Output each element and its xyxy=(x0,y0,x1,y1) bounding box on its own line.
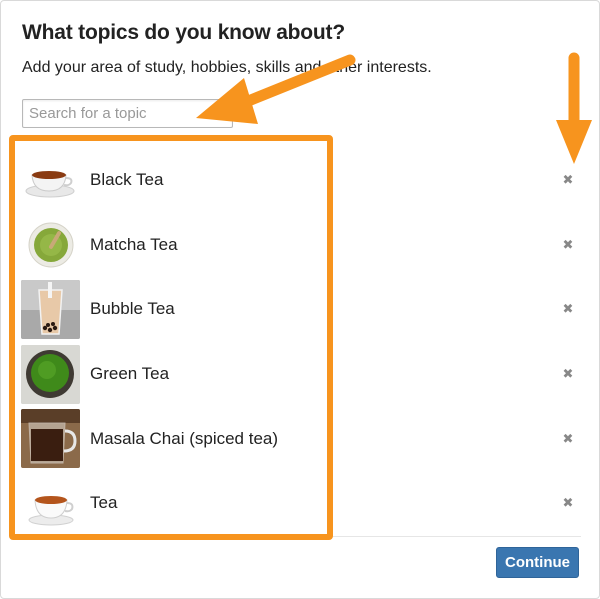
topic-label: Tea xyxy=(90,493,118,513)
topic-row-bubble-tea: Bubble Tea ✖ xyxy=(21,277,581,342)
topic-list: Black Tea ✖ Matcha Tea ✖ Bubble Tea ✖ Gr… xyxy=(21,148,581,537)
topic-row-tea: Tea ✖ xyxy=(21,471,581,537)
continue-button[interactable]: Continue xyxy=(496,547,579,578)
topic-label: Green Tea xyxy=(90,364,170,384)
masala-chai-mug-image xyxy=(21,409,80,469)
close-icon[interactable]: ✖ xyxy=(561,495,575,510)
close-icon[interactable]: ✖ xyxy=(561,366,575,381)
dialog-title: What topics do you know about? xyxy=(22,21,345,44)
topic-row-green-tea: Green Tea ✖ xyxy=(21,342,581,407)
close-icon[interactable]: ✖ xyxy=(561,172,575,187)
bubble-tea-glass-image xyxy=(21,279,80,339)
topic-row-matcha-tea: Matcha Tea ✖ xyxy=(21,213,581,278)
topic-row-masala-chai: Masala Chai (spiced tea) ✖ xyxy=(21,406,581,471)
topic-label: Masala Chai (spiced tea) xyxy=(90,428,279,448)
tea-cup-image xyxy=(21,473,80,533)
black-tea-cup-image xyxy=(21,150,80,210)
topic-search-input[interactable] xyxy=(22,99,233,128)
topic-label: Bubble Tea xyxy=(90,299,175,319)
topics-dialog: What topics do you know about? Add your … xyxy=(0,0,600,599)
dialog-subtitle: Add your area of study, hobbies, skills … xyxy=(22,59,432,76)
green-tea-bowl-image xyxy=(21,344,80,404)
topic-label: Matcha Tea xyxy=(90,234,178,254)
close-icon[interactable]: ✖ xyxy=(561,301,575,316)
close-icon[interactable]: ✖ xyxy=(561,431,575,446)
matcha-bowl-image xyxy=(21,215,80,275)
topic-row-black-tea: Black Tea ✖ xyxy=(21,148,581,213)
topic-label: Black Tea xyxy=(90,170,164,190)
close-icon[interactable]: ✖ xyxy=(561,237,575,252)
